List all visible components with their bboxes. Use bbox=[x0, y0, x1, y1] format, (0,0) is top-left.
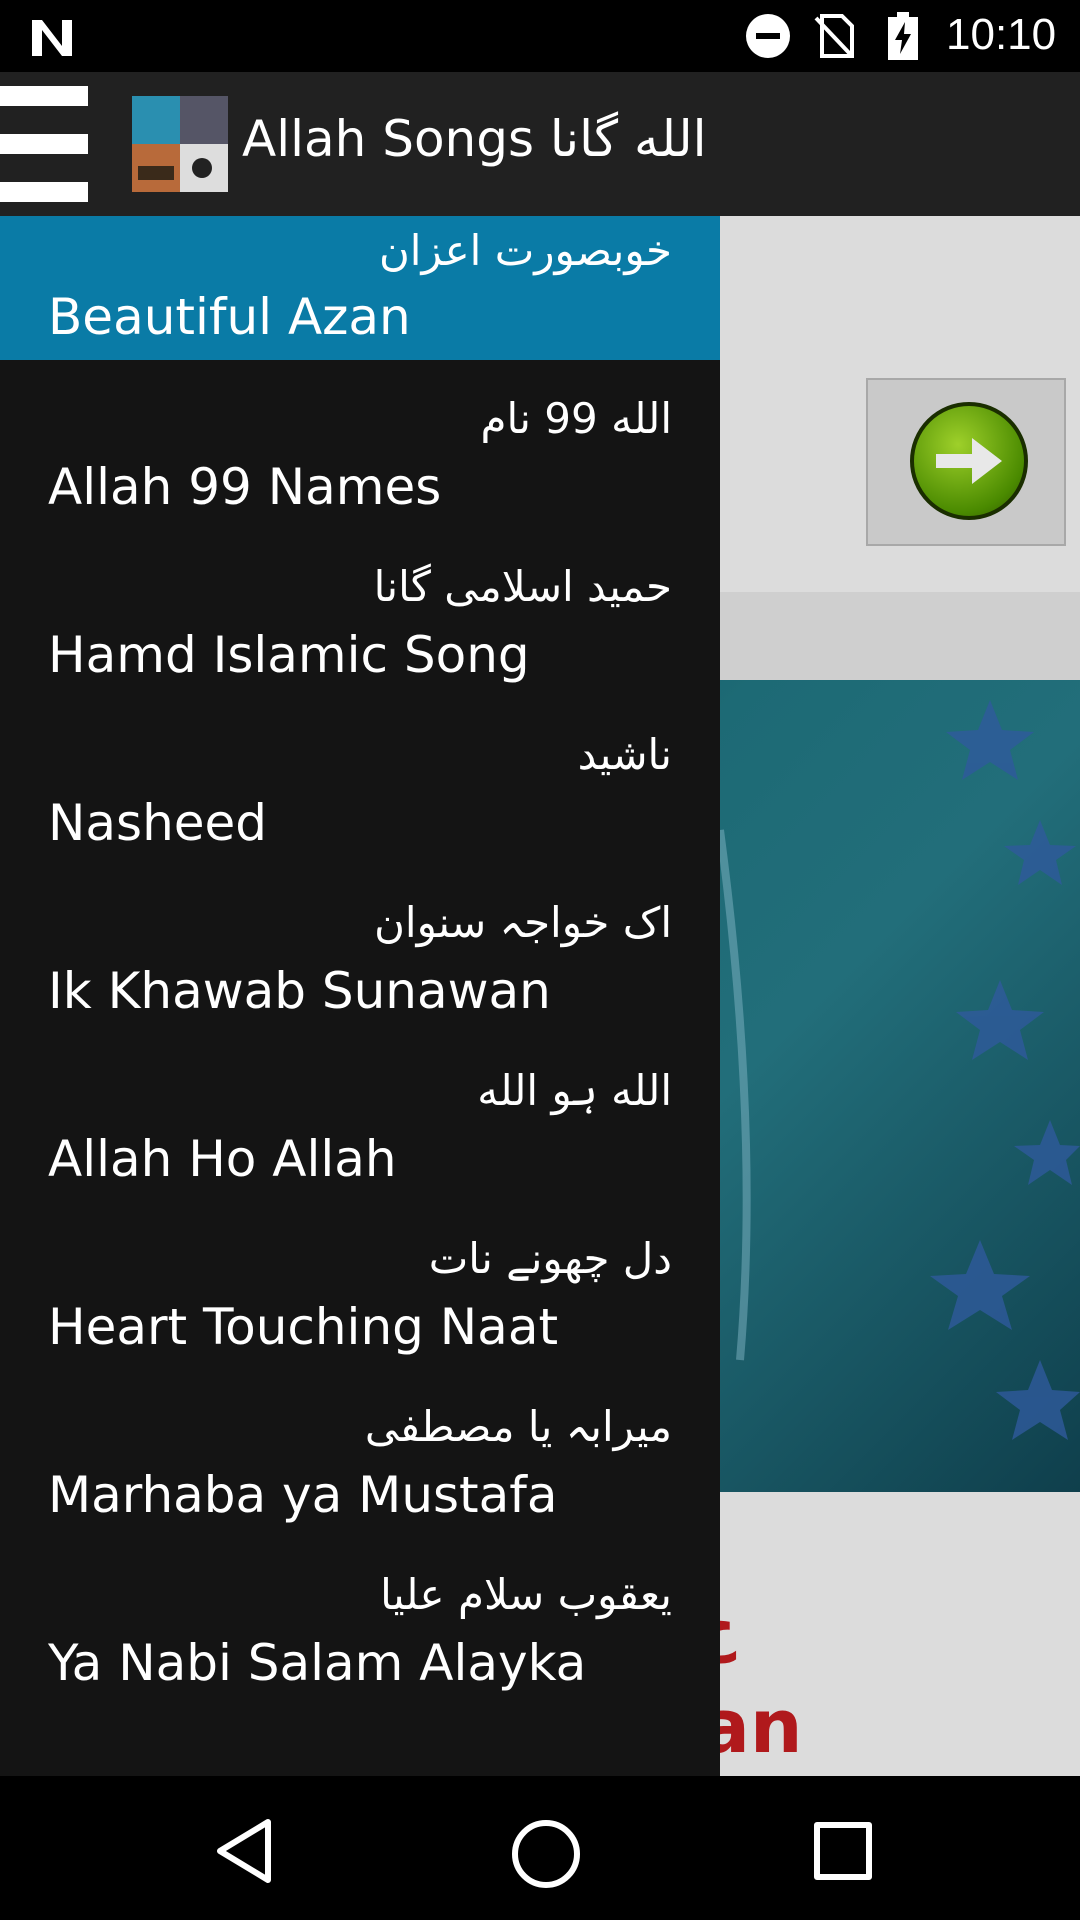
drawer-item-label: Ya Nabi Salam Alayka bbox=[48, 1634, 587, 1692]
drawer-item-nasheed[interactable]: ناشید Nasheed bbox=[0, 720, 720, 864]
app-title: Allah Songs الله گانا bbox=[242, 110, 707, 168]
app-toolbar: Allah Songs الله گانا bbox=[0, 72, 1080, 216]
drawer-item-label: Allah Ho Allah bbox=[48, 1130, 397, 1188]
drawer-item-label: Allah 99 Names bbox=[48, 458, 442, 516]
arrow-right-icon bbox=[910, 402, 1028, 520]
notification-n-icon bbox=[32, 20, 72, 56]
drawer-item-urdu: حمید اسلامی گانا bbox=[373, 562, 672, 611]
drawer-item-label: Beautiful Azan bbox=[48, 288, 411, 346]
no-sim-icon bbox=[814, 14, 854, 58]
drawer-item-label: Ik Khawab Sunawan bbox=[48, 962, 551, 1020]
app-logo-icon bbox=[132, 96, 228, 192]
navigation-drawer: خوبصورت اعزان Beautiful Azan الله 99 نام… bbox=[0, 216, 720, 1776]
back-icon[interactable] bbox=[210, 1816, 280, 1886]
drawer-item-label: Marhaba ya Mustafa bbox=[48, 1466, 558, 1524]
drawer-item-beautiful-azan[interactable]: خوبصورت اعزان Beautiful Azan bbox=[0, 216, 720, 360]
drawer-item-allah-99-names[interactable]: الله 99 نام Allah 99 Names bbox=[0, 384, 720, 528]
hamburger-menu-icon[interactable] bbox=[0, 86, 88, 204]
drawer-item-label: Hamd Islamic Song bbox=[48, 626, 530, 684]
drawer-item-ya-nabi-salam-alayka[interactable]: یعقوب سلام علیا Ya Nabi Salam Alayka bbox=[0, 1560, 720, 1704]
system-nav-bar bbox=[0, 1776, 1080, 1920]
drawer-item-label: Nasheed bbox=[48, 794, 268, 852]
drawer-item-urdu: میرابہ یا مصطفی bbox=[364, 1402, 672, 1451]
clock: 10:10 bbox=[946, 10, 1057, 59]
drawer-item-allah-ho-allah[interactable]: الله ہو الله Allah Ho Allah bbox=[0, 1056, 720, 1200]
drawer-item-ik-khawab-sunawan[interactable]: اک خواجہ سنوان Ik Khawab Sunawan bbox=[0, 888, 720, 1032]
drawer-item-hamd-islamic-song[interactable]: حمید اسلامی گانا Hamd Islamic Song bbox=[0, 552, 720, 696]
battery-charging-icon bbox=[888, 12, 918, 60]
drawer-item-urdu: الله 99 نام bbox=[480, 394, 672, 443]
drawer-item-urdu: خوبصورت اعزان bbox=[378, 226, 672, 275]
home-icon[interactable] bbox=[512, 1820, 580, 1888]
drawer-item-heart-touching-naat[interactable]: دل چھونے نات Heart Touching Naat bbox=[0, 1224, 720, 1368]
drawer-item-urdu: اک خواجہ سنوان bbox=[374, 898, 672, 947]
drawer-item-urdu: الله ہو الله bbox=[477, 1066, 672, 1115]
do-not-disturb-icon bbox=[746, 14, 790, 58]
drawer-item-label: Heart Touching Naat bbox=[48, 1298, 559, 1356]
drawer-item-urdu: ناشید bbox=[577, 730, 672, 779]
drawer-item-marhaba-ya-mustafa[interactable]: میرابہ یا مصطفی Marhaba ya Mustafa bbox=[0, 1392, 720, 1536]
drawer-item-urdu: دل چھونے نات bbox=[428, 1234, 672, 1283]
status-bar: 10:10 bbox=[0, 0, 1080, 72]
drawer-item-urdu: یعقوب سلام علیا bbox=[380, 1570, 672, 1619]
go-button[interactable] bbox=[866, 378, 1066, 546]
recent-apps-icon[interactable] bbox=[814, 1822, 872, 1880]
